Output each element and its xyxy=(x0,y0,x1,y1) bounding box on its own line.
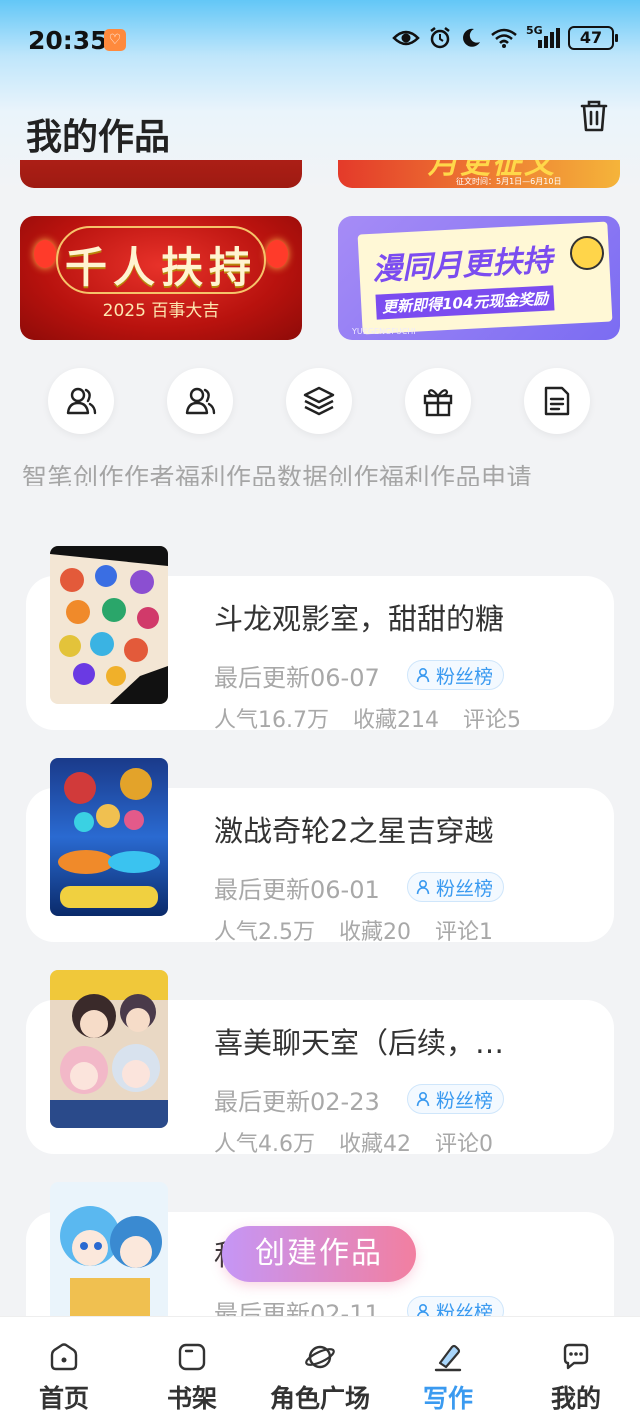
alarm-icon xyxy=(430,27,450,49)
work-updated: 最后更新02-23 xyxy=(214,1088,380,1116)
signal-icon xyxy=(538,28,560,48)
user-icon xyxy=(416,667,430,683)
banner-footer: YUEGENGFUCHI xyxy=(352,327,416,336)
quick-actions xyxy=(0,368,640,438)
fan-ranking-tag[interactable]: 粉丝榜 xyxy=(407,660,505,690)
user-icon xyxy=(416,1091,430,1107)
delete-button[interactable] xyxy=(574,96,614,136)
work-popularity: 人气2.5万 xyxy=(214,920,315,945)
work-favorites: 收藏214 xyxy=(353,708,439,733)
work-comments: 评论5 xyxy=(463,708,521,733)
banner-title: 千人扶持 xyxy=(64,243,257,292)
banner-carousel: 月更征文 征文时间：5月1日—6月10日 千人扶持 2025 百事大吉 漫同月更… xyxy=(0,160,640,350)
banner-thousand-support[interactable]: 千人扶持 2025 百事大吉 xyxy=(20,216,302,340)
cover-image xyxy=(50,970,168,1128)
tab-label: 首页 xyxy=(38,1384,89,1413)
work-stats: 人气16.7万 收藏214 评论5 xyxy=(214,702,545,734)
work-stats: 人气4.6万 收藏42 评论0 xyxy=(214,1126,517,1158)
chat-icon xyxy=(563,1343,589,1370)
gift-icon xyxy=(423,389,453,417)
home-icon xyxy=(50,1343,78,1371)
banner-partial-left[interactable] xyxy=(20,160,302,188)
banner-partial-subtitle: 征文时间：5月1日—6月10日 xyxy=(456,177,562,186)
work-updated: 最后更新06-07 xyxy=(214,664,380,692)
work-comments: 评论0 xyxy=(435,1132,493,1157)
tab-label: 角色广场 xyxy=(269,1384,370,1413)
banner-title: 漫同月更扶持 xyxy=(371,243,553,288)
work-cover[interactable] xyxy=(50,970,168,1128)
tab-me[interactable]: 我的 xyxy=(512,1317,640,1414)
fan-ranking-tag[interactable]: 粉丝榜 xyxy=(407,1084,505,1114)
fan-tag-label: 粉丝榜 xyxy=(436,665,494,688)
pen-icon xyxy=(434,1344,462,1372)
work-title: 喜美聊天室（后续，… xyxy=(214,1026,505,1060)
quick-action-work-application[interactable] xyxy=(524,368,590,434)
work-title: 激战奇轮2之星吉穿越 xyxy=(214,814,494,848)
cover-image xyxy=(50,1182,168,1316)
tab-writing[interactable]: 写作 xyxy=(384,1317,512,1414)
tab-label: 我的 xyxy=(550,1384,601,1413)
work-favorites: 收藏42 xyxy=(339,1132,411,1157)
work-comments: 评论1 xyxy=(435,920,493,945)
app-notification-icon: ♡ xyxy=(104,29,126,51)
tab-home[interactable]: 首页 xyxy=(0,1317,128,1414)
tab-character-plaza[interactable]: 角色广场 xyxy=(256,1317,384,1414)
quick-action-labels: 智笔创作作者福利作品数据创作福利作品申请 xyxy=(22,463,533,486)
battery-indicator: 47 xyxy=(568,26,618,50)
work-stats: 人气2.5万 收藏20 评论1 xyxy=(214,914,517,946)
quick-action-smart-pen[interactable] xyxy=(48,368,114,434)
smiley-icon xyxy=(570,236,604,270)
work-popularity: 人气4.6万 xyxy=(214,1132,315,1157)
user-icon xyxy=(416,879,430,895)
work-cover[interactable] xyxy=(50,546,168,704)
cover-image xyxy=(50,758,168,916)
wifi-icon xyxy=(491,28,517,48)
fan-tag-label: 粉丝榜 xyxy=(436,1301,494,1317)
eye-icon xyxy=(392,30,420,46)
users-icon xyxy=(66,387,97,415)
status-bar: 20:35 ♡ 5G 47 xyxy=(0,0,640,80)
work-favorites: 收藏20 xyxy=(339,920,411,945)
document-icon xyxy=(544,386,570,416)
cover-image xyxy=(50,546,168,704)
status-time: 20:35 xyxy=(28,26,108,55)
signal-5g: 5G xyxy=(526,24,560,50)
banner-partial-right[interactable]: 月更征文 征文时间：5月1日—6月10日 xyxy=(338,160,620,188)
fan-ranking-tag[interactable]: 粉丝榜 xyxy=(407,872,505,902)
status-icons: 5G 47 xyxy=(392,24,618,50)
moon-icon xyxy=(463,28,480,47)
fan-ranking-tag[interactable]: 粉丝榜 xyxy=(407,1296,505,1317)
page-title: 我的作品 xyxy=(26,117,171,158)
bottom-tab-bar: 首页 书架 角色广场 写作 我的 xyxy=(0,1316,640,1414)
fan-tag-label: 粉丝榜 xyxy=(436,1089,494,1112)
works-list: 斗龙观影室，甜甜的糖 最后更新06-07 粉丝榜 人气16.7万 收藏214 评论5… xyxy=(0,540,640,1316)
banner-subtitle: 2025 百事大吉 xyxy=(102,301,220,321)
quick-action-creation-benefits[interactable] xyxy=(405,368,471,434)
bookshelf-icon xyxy=(178,1343,206,1371)
fan-tag-label: 粉丝榜 xyxy=(436,877,494,900)
work-updated: 最后更新02-11 xyxy=(214,1300,380,1316)
quick-action-author-benefits[interactable] xyxy=(167,368,233,434)
work-updated: 最后更新06-01 xyxy=(214,876,380,904)
work-cover[interactable] xyxy=(50,1182,168,1316)
quick-action-work-data[interactable] xyxy=(286,368,352,434)
tab-bookshelf[interactable]: 书架 xyxy=(128,1317,256,1414)
planet-icon xyxy=(305,1345,335,1369)
banner-monthly-support[interactable]: 漫同月更扶持 更新即得104元现金奖励 YUEGENGFUCHI xyxy=(338,216,620,340)
tab-label: 书架 xyxy=(166,1384,217,1413)
tab-label: 写作 xyxy=(422,1384,473,1413)
user-icon xyxy=(417,1303,429,1316)
trash-icon xyxy=(580,100,608,132)
layers-icon xyxy=(303,386,335,416)
work-cover[interactable] xyxy=(50,758,168,916)
work-title: 斗龙观影室，甜甜的糖 xyxy=(214,602,505,636)
create-work-button[interactable]: 创建作品 xyxy=(222,1226,416,1282)
users-icon xyxy=(185,387,216,415)
work-popularity: 人气16.7万 xyxy=(214,708,329,733)
